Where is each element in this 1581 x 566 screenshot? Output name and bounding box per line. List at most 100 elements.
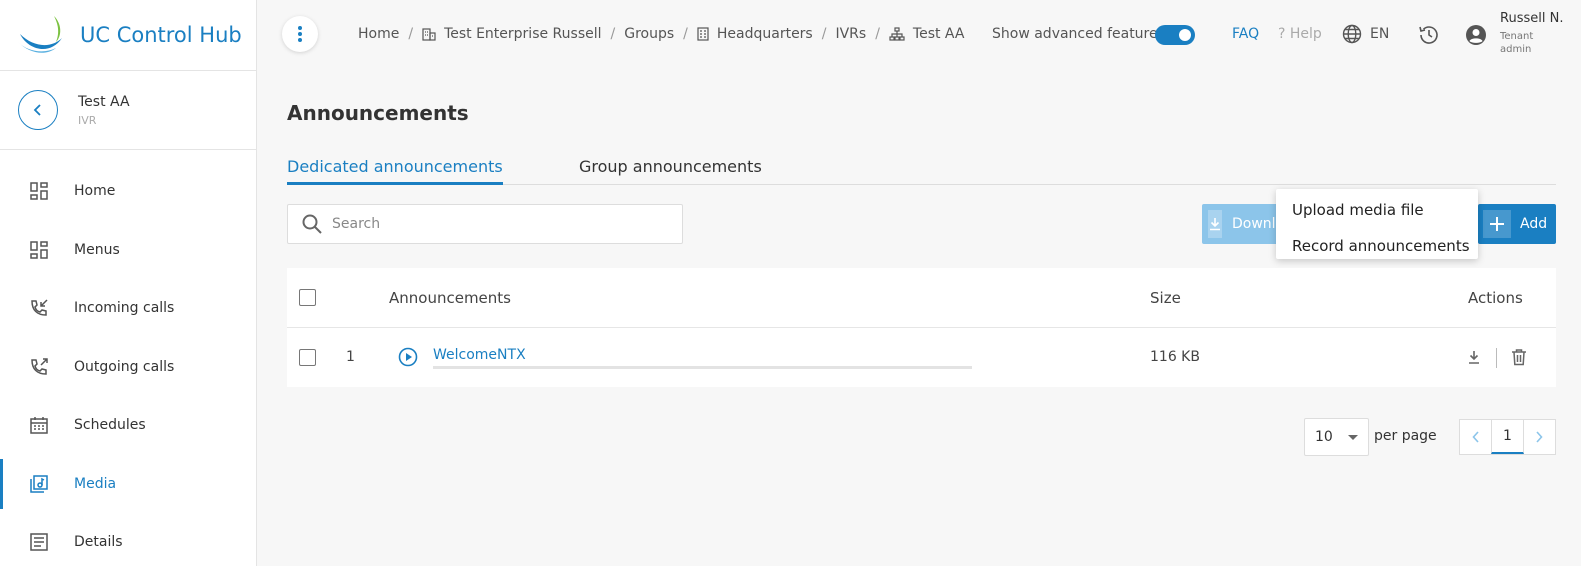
sidebar-item-menus[interactable]: Menus [0, 221, 256, 280]
chevron-right-icon [1536, 431, 1543, 443]
column-header-size[interactable]: Size [1150, 289, 1181, 307]
sidebar-nav: Home Menus Incoming calls Outgoing calls… [0, 162, 256, 566]
row-number: 1 [346, 349, 355, 365]
row-download-icon[interactable] [1467, 348, 1481, 370]
sidebar-item-schedules[interactable]: Schedules [0, 396, 256, 455]
help-link[interactable]: ? Help [1278, 26, 1322, 42]
breadcrumb-separator: / [683, 26, 688, 42]
user-avatar-icon[interactable] [1465, 24, 1487, 50]
announcements-table: Announcements Size Actions 1 WelcomeNTX … [287, 268, 1556, 387]
sidebar-item-label: Media [74, 475, 117, 492]
sidebar-item-home[interactable]: Home [0, 162, 256, 221]
app-title: UC Control Hub [80, 23, 242, 47]
entity-name: Test AA [78, 93, 130, 110]
announcement-size: 116 KB [1150, 349, 1200, 365]
language-selector[interactable]: EN [1342, 24, 1389, 44]
media-icon [29, 474, 49, 494]
chevron-left-icon [33, 104, 41, 116]
sidebar-item-media[interactable]: Media [0, 455, 256, 514]
tab-bar: Dedicated announcements Group announceme… [287, 150, 1556, 185]
row-delete-icon[interactable] [1511, 348, 1527, 370]
current-page[interactable]: 1 [1491, 420, 1524, 454]
column-header-announcements[interactable]: Announcements [389, 289, 511, 307]
sidebar-item-label: Menus [74, 241, 120, 258]
announcement-name-link[interactable]: WelcomeNTX [433, 347, 526, 363]
breadcrumb-separator: / [821, 26, 827, 42]
playback-progress-bar[interactable] [433, 366, 972, 369]
table-header: Announcements Size Actions [287, 268, 1556, 328]
building-icon [697, 27, 709, 41]
column-header-actions: Actions [1468, 289, 1523, 307]
row-checkbox[interactable] [299, 349, 316, 366]
menu-item-record-announcements[interactable]: Record announcements [1276, 231, 1478, 261]
add-button[interactable]: Add [1478, 204, 1556, 244]
topbar: Home / Test Enterprise Russell / Groups … [257, 0, 1581, 71]
logo[interactable]: UC Control Hub [0, 0, 256, 71]
history-icon[interactable] [1418, 24, 1440, 50]
pagination: 1 [1459, 419, 1556, 455]
outgoing-call-icon [29, 357, 49, 377]
per-page-label: per page [1374, 428, 1437, 444]
breadcrumb-separator: / [875, 26, 880, 42]
more-menu-button[interactable] [282, 16, 318, 52]
globe-icon [1342, 24, 1362, 44]
sidebar-item-label: Home [74, 183, 116, 200]
enterprise-icon [422, 27, 436, 41]
actions-divider [1496, 348, 1497, 368]
caret-down-icon [1348, 435, 1358, 440]
entity-type: IVR [78, 113, 97, 127]
sidebar-item-incoming-calls[interactable]: Incoming calls [0, 279, 256, 338]
advanced-features-toggle[interactable] [1155, 25, 1195, 45]
play-icon[interactable] [398, 347, 418, 371]
tab-group-announcements[interactable]: Group announcements [579, 157, 762, 185]
language-label: EN [1370, 26, 1390, 42]
per-page-value: 10 [1315, 429, 1333, 445]
per-page-select[interactable]: 10 [1304, 418, 1369, 456]
next-page-button[interactable] [1524, 420, 1555, 454]
hierarchy-icon [889, 27, 905, 41]
sidebar-item-label: Details [74, 534, 123, 551]
tab-dedicated-announcements[interactable]: Dedicated announcements [287, 157, 503, 185]
details-icon [29, 532, 49, 552]
breadcrumb: Home / Test Enterprise Russell / Groups … [358, 26, 964, 42]
sidebar-item-details[interactable]: Details [0, 513, 256, 566]
add-label: Add [1520, 216, 1548, 232]
user-role: Tenant admin [1500, 31, 1534, 55]
breadcrumb-current: Test AA [912, 26, 965, 42]
sidebar-item-outgoing-calls[interactable]: Outgoing calls [0, 338, 256, 397]
page-title: Announcements [287, 101, 469, 125]
breadcrumb-headquarters[interactable]: Headquarters [717, 26, 813, 42]
select-all-checkbox[interactable] [299, 289, 316, 306]
kebab-icon [298, 26, 302, 42]
brand-logo-icon [18, 16, 62, 53]
sidebar: UC Control Hub Test AA IVR Home Menus In… [0, 0, 257, 566]
search-box [287, 204, 683, 244]
sidebar-item-label: Incoming calls [74, 300, 175, 317]
plus-icon [1483, 210, 1511, 238]
sidebar-item-label: Outgoing calls [74, 358, 175, 375]
incoming-call-icon [29, 298, 49, 318]
calendar-icon [29, 415, 49, 435]
breadcrumb-groups[interactable]: Groups [624, 26, 674, 42]
faq-link[interactable]: FAQ [1232, 26, 1259, 42]
back-button[interactable] [18, 90, 58, 130]
sidebar-item-label: Schedules [74, 417, 146, 434]
search-input[interactable] [332, 216, 662, 232]
breadcrumb-separator: / [610, 26, 616, 42]
previous-page-button[interactable] [1460, 420, 1491, 454]
entity-header: Test AA IVR [0, 71, 256, 150]
breadcrumb-home[interactable]: Home [358, 26, 399, 42]
breadcrumb-separator: / [408, 26, 414, 42]
search-icon [302, 214, 322, 234]
table-row: 1 WelcomeNTX 116 KB [287, 328, 1556, 387]
advanced-features-label: Show advanced features [992, 26, 1165, 42]
help-question-icon: ? [1278, 26, 1286, 42]
breadcrumb-ivrs[interactable]: IVRs [835, 26, 866, 42]
user-name: Russell N. [1500, 11, 1564, 26]
breadcrumb-enterprise[interactable]: Test Enterprise Russell [444, 26, 601, 42]
menus-icon [29, 240, 49, 260]
user-info[interactable]: Russell N. Tenant admin [1500, 11, 1563, 56]
download-button[interactable]: Download [1202, 204, 1282, 244]
dashboard-icon [29, 181, 49, 201]
menu-item-upload-media-file[interactable]: Upload media file [1276, 195, 1478, 225]
